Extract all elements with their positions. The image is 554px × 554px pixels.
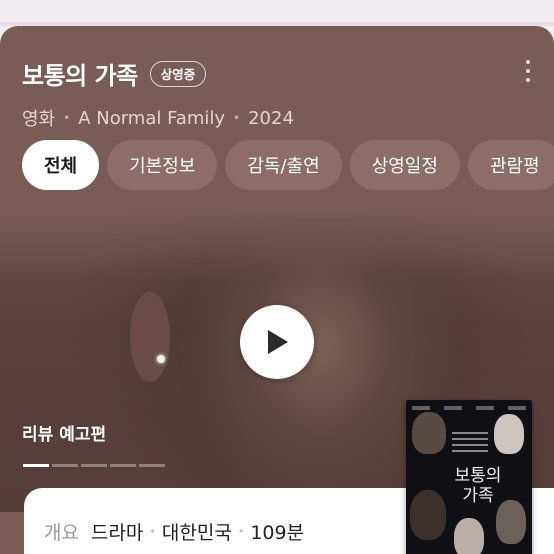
- more-vertical-icon[interactable]: [520, 60, 536, 82]
- category-label: 영화: [22, 109, 56, 130]
- tab-showtimes[interactable]: 상영일정: [349, 140, 460, 190]
- poster-figure: [412, 412, 446, 454]
- progress-segment: [23, 464, 49, 467]
- tab-all[interactable]: 전체: [22, 140, 100, 190]
- separator-dot: •: [149, 525, 156, 538]
- genre: 드라마: [90, 522, 144, 544]
- poster-figure: [410, 490, 446, 540]
- separator-dot: •: [63, 111, 71, 125]
- separator-dot: •: [237, 525, 245, 538]
- carousel-progress: [23, 464, 165, 467]
- original-title: A Normal Family: [78, 107, 226, 129]
- play-icon: [268, 330, 288, 354]
- poster-figure: [454, 518, 484, 554]
- tab-basic-info[interactable]: 기본정보: [107, 140, 218, 190]
- runtime: 109분: [250, 522, 305, 544]
- status-badge: 상영중: [149, 60, 207, 87]
- overview-label: 개요: [44, 522, 79, 544]
- progress-segment: [139, 464, 165, 467]
- movie-title: 보통의 가족: [22, 62, 138, 90]
- overview-row: 개요 드라마 • 대한민국 • 109분: [44, 518, 304, 545]
- top-strip: [0, 0, 554, 26]
- progress-segment: [110, 464, 136, 467]
- video-label: 리뷰 예고편: [22, 425, 107, 445]
- movie-poster[interactable]: 보통의 가족: [406, 400, 532, 554]
- movie-header: 보통의 가족 상영중 영화 • A Normal Family • 2024: [22, 56, 554, 131]
- video-still-detail: [157, 355, 165, 363]
- movie-subtitle: 영화 • A Normal Family • 2024: [22, 105, 554, 131]
- poster-figure: [496, 500, 526, 544]
- poster-tagline: [452, 432, 488, 452]
- video-still-figure: [130, 292, 170, 382]
- progress-segment: [52, 464, 78, 467]
- play-button[interactable]: [240, 305, 314, 379]
- separator-dot: •: [233, 111, 241, 125]
- tab-reviews[interactable]: 관람평: [467, 140, 554, 190]
- country: 대한민국: [161, 522, 232, 544]
- progress-segment: [81, 464, 107, 467]
- title-row: 보통의 가족 상영중: [22, 56, 554, 91]
- tab-bar: 전체 기본정보 감독/출연 상영일정 관람평: [22, 140, 554, 190]
- release-year: 2024: [248, 107, 294, 129]
- poster-title: 보통의 가족: [454, 466, 502, 506]
- tab-director-cast[interactable]: 감독/출연: [225, 140, 342, 190]
- poster-figure: [494, 414, 524, 454]
